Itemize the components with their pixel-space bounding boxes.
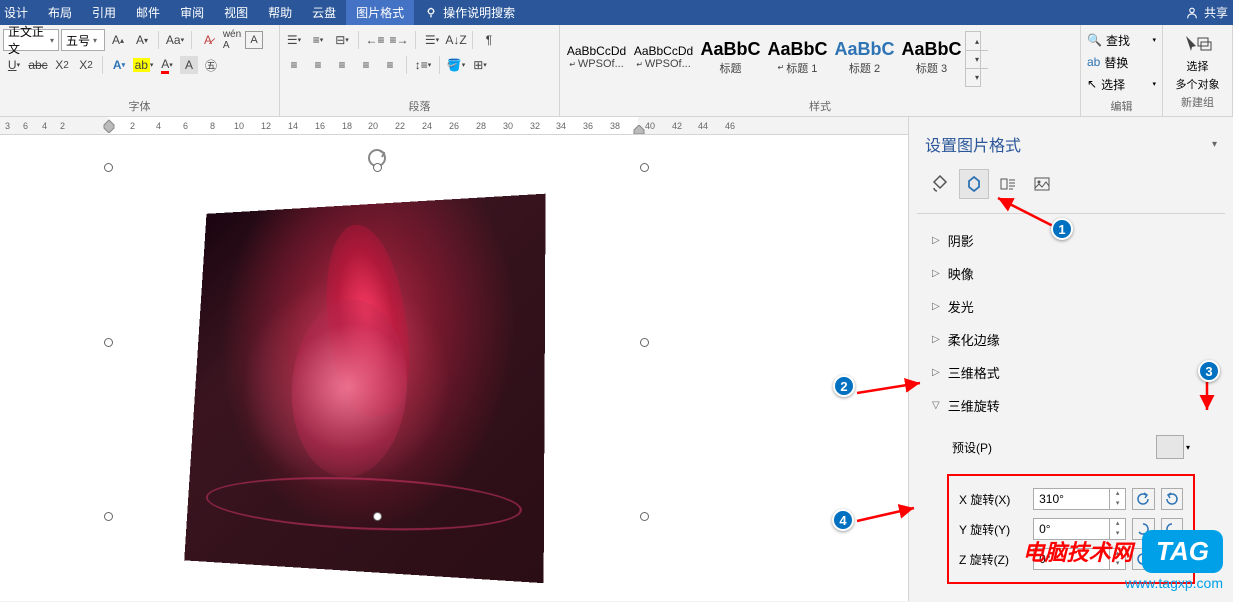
align-left-button[interactable]: ≡ — [283, 54, 305, 76]
3d-format-section[interactable]: ▷三维格式 — [932, 356, 1210, 389]
styles-group-label: 样式 — [563, 96, 1077, 116]
line-spacing-button[interactable]: ↕≡▾ — [412, 54, 434, 76]
editing-group: 🔍查找▾ ab替换 ↖选择▾ 编辑 — [1081, 25, 1163, 116]
shading-button[interactable]: 🪣▾ — [445, 54, 467, 76]
highlight-button[interactable]: ab▾ — [132, 54, 154, 76]
tab-references[interactable]: 引用 — [82, 0, 126, 25]
find-button[interactable]: 🔍查找▾ — [1084, 29, 1159, 51]
distributed-button[interactable]: ≡ — [379, 54, 401, 76]
tab-review[interactable]: 审阅 — [170, 0, 214, 25]
picture-content — [184, 194, 545, 583]
font-group: 正文正文 五号 A▴ A▾ Aa▾ A̷ wénA A U▾ abc X2 X2… — [0, 25, 280, 116]
subscript-button[interactable]: X2 — [51, 54, 73, 76]
indent-marker-right[interactable] — [633, 125, 645, 135]
annotation-2: 2 — [833, 375, 855, 397]
glow-section[interactable]: ▷发光 — [932, 290, 1210, 323]
effects-tab[interactable] — [959, 169, 989, 199]
font-group-label: 字体 — [3, 96, 276, 116]
underline-button[interactable]: U▾ — [3, 54, 25, 76]
x-rotation-row: X 旋转(X) ▴▾ — [959, 484, 1183, 514]
text-effects-button[interactable]: A▾ — [108, 54, 130, 76]
align-center-button[interactable]: ≡ — [307, 54, 329, 76]
pane-title: 设置图片格式 ▾ — [917, 127, 1225, 161]
annotation-4: 4 — [832, 509, 854, 531]
font-color-button[interactable]: A▾ — [156, 54, 178, 76]
borders-button[interactable]: ⊞▾ — [469, 54, 491, 76]
tab-mailings[interactable]: 邮件 — [126, 0, 170, 25]
annotation-3: 3 — [1198, 360, 1220, 382]
decrease-indent-button[interactable]: ←≡ — [364, 29, 386, 51]
tell-me-search[interactable]: 操作说明搜索 — [424, 0, 515, 25]
ribbon: 正文正文 五号 A▴ A▾ Aa▾ A̷ wénA A U▾ abc X2 X2… — [0, 25, 1233, 117]
select-button[interactable]: ↖选择▾ — [1084, 73, 1159, 95]
select-objects-group: 选择 多个对象 新建组 — [1163, 25, 1233, 116]
tab-layout[interactable]: 布局 — [38, 0, 82, 25]
font-style-select[interactable]: 正文正文 — [3, 29, 59, 51]
tab-view[interactable]: 视图 — [214, 0, 258, 25]
char-border-button[interactable]: A — [245, 31, 263, 49]
x-rotate-right-button[interactable] — [1161, 488, 1183, 510]
x-rotate-left-button[interactable] — [1132, 488, 1154, 510]
editing-group-label: 编辑 — [1084, 96, 1159, 116]
strikethrough-button[interactable]: abc — [27, 54, 49, 76]
bullets-button[interactable]: ☰▾ — [283, 29, 305, 51]
clear-format-button[interactable]: A̷ — [197, 29, 219, 51]
styles-gallery[interactable]: AaBbCcDd↵WPSOf... AaBbCcDd↵WPSOf... AaBb… — [563, 29, 1077, 89]
justify-button[interactable]: ≡ — [355, 54, 377, 76]
show-marks-button[interactable]: ¶ — [478, 29, 500, 51]
reflection-section[interactable]: ▷映像 — [932, 257, 1210, 290]
phonetic-button[interactable]: wénA — [221, 29, 243, 51]
grow-font-button[interactable]: A▴ — [107, 29, 129, 51]
z-rotation-label: Z 旋转(Z) — [959, 551, 1027, 568]
style-item-2[interactable]: AaBbC标题 — [697, 29, 764, 85]
shrink-font-button[interactable]: A▾ — [131, 29, 153, 51]
x-rotation-input[interactable]: ▴▾ — [1033, 488, 1126, 510]
format-picture-pane: 设置图片格式 ▾ ▷阴影 ▷映像 ▷发光 ▷柔化边缘 ▷三维格式 ▽三维旋转 预… — [908, 117, 1233, 601]
increase-indent-button[interactable]: ≡→ — [388, 29, 410, 51]
tab-help[interactable]: 帮助 — [258, 0, 302, 25]
ribbon-tabs: 设计 布局 引用 邮件 审阅 视图 帮助 云盘 图片格式 操作说明搜索 共享 — [0, 0, 1233, 25]
styles-group: AaBbCcDd↵WPSOf... AaBbCcDd↵WPSOf... AaBb… — [560, 25, 1081, 116]
style-item-0[interactable]: AaBbCcDd↵WPSOf... — [563, 29, 630, 85]
styles-scroll-up[interactable]: ▴ — [966, 32, 988, 50]
style-item-1[interactable]: AaBbCcDd↵WPSOf... — [630, 29, 697, 85]
superscript-button[interactable]: X2 — [75, 54, 97, 76]
pane-menu-button[interactable]: ▾ — [1212, 139, 1217, 150]
tab-cloud[interactable]: 云盘 — [302, 0, 346, 25]
3d-rotation-section[interactable]: ▽三维旋转 — [932, 389, 1210, 422]
watermark: 电脑技术网 TAG www.tagxp.com — [1023, 530, 1223, 591]
style-item-5[interactable]: AaBbC标题 3 — [898, 29, 965, 85]
tab-picture-format[interactable]: 图片格式 — [346, 0, 414, 25]
char-shading-button[interactable]: A — [180, 56, 198, 74]
preset-label: 预设(P) — [952, 439, 992, 456]
multilevel-button[interactable]: ⊟▾ — [331, 29, 353, 51]
replace-button[interactable]: ab替换 — [1084, 51, 1159, 73]
fill-tab[interactable] — [925, 169, 955, 199]
tab-design[interactable]: 设计 — [0, 0, 38, 25]
preset-dropdown[interactable] — [1156, 435, 1184, 459]
text-direction-button[interactable]: ☰▾ — [421, 29, 443, 51]
share-button[interactable]: 共享 — [1180, 0, 1233, 25]
style-item-4[interactable]: AaBbC标题 2 — [831, 29, 898, 85]
styles-scroll-down[interactable]: ▾ — [966, 50, 988, 68]
soft-edges-section[interactable]: ▷柔化边缘 — [932, 323, 1210, 356]
sort-button[interactable]: A↓Z — [445, 29, 467, 51]
indent-marker-left[interactable] — [103, 119, 115, 133]
enclose-char-button[interactable]: ㊄ — [200, 54, 222, 76]
y-rotation-label: Y 旋转(Y) — [959, 521, 1027, 538]
numbering-button[interactable]: ≡▾ — [307, 29, 329, 51]
styles-more[interactable]: ▾ — [966, 68, 988, 86]
paragraph-group: ☰▾ ≡▾ ⊟▾ ←≡ ≡→ ☰▾ A↓Z ¶ ≡ ≡ ≡ ≡ ≡ ↕≡▾ — [280, 25, 560, 116]
select-group-label: 新建组 — [1181, 92, 1214, 112]
font-size-select[interactable]: 五号 — [61, 29, 105, 51]
pane-category-tabs — [917, 161, 1225, 214]
annotation-1: 1 — [1051, 218, 1073, 240]
align-right-button[interactable]: ≡ — [331, 54, 353, 76]
select-multiple-button[interactable]: 选择 多个对象 — [1176, 34, 1220, 92]
style-item-3[interactable]: AaBbC↵标题 1 — [764, 29, 831, 85]
x-rotation-label: X 旋转(X) — [959, 491, 1027, 508]
paragraph-group-label: 段落 — [283, 96, 556, 116]
change-case-button[interactable]: Aa▾ — [164, 29, 186, 51]
selected-picture[interactable] — [108, 167, 645, 517]
